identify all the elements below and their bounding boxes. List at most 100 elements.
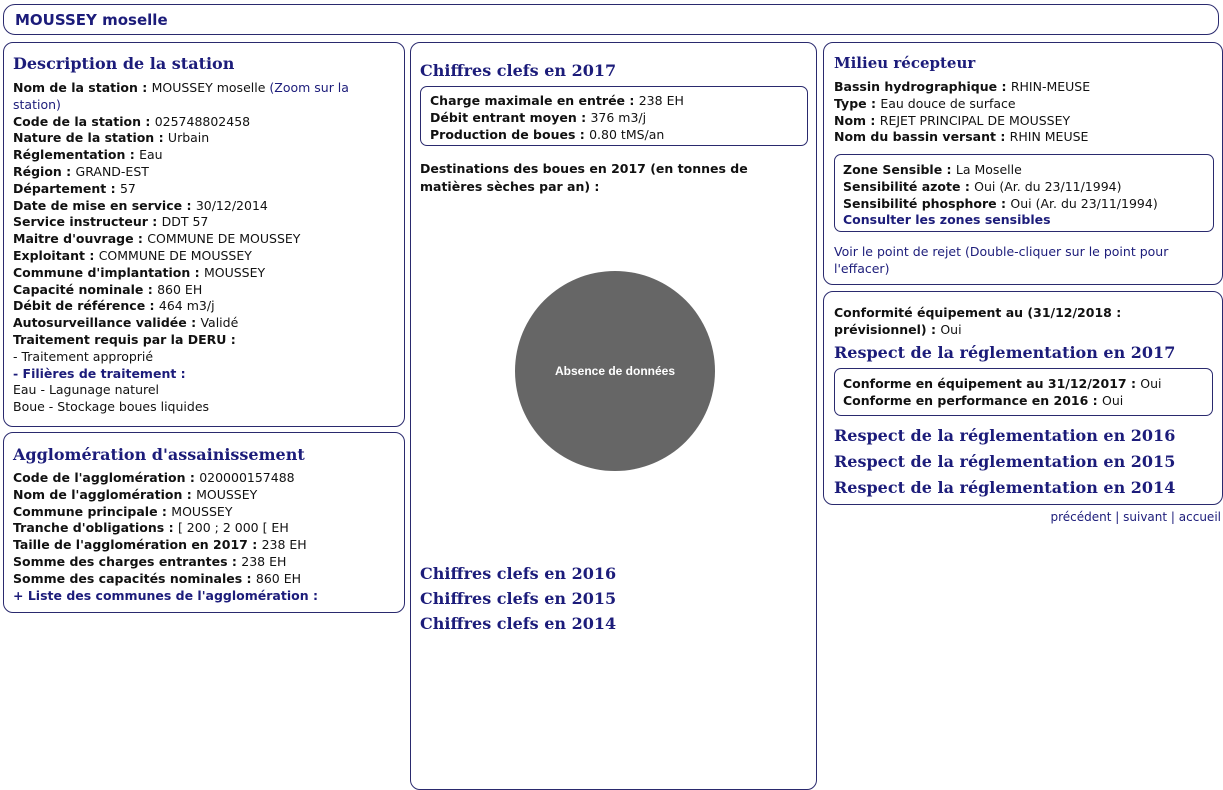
station-header: MOUSSEY moselle [3,4,1219,35]
field-value: 025748802458 [154,113,251,129]
field-value: 238 EH [241,553,287,569]
field-value: RHIN-MEUSE [1010,79,1091,94]
destinations-line2: matières sèches par an) : [420,179,600,194]
milieu-row: Nom du bassin versant : RHIN MEUSE [834,129,1090,146]
rejet-line1[interactable]: Voir le point de rejet (Double-cliquer s… [834,244,1168,261]
station-name-label: Nom de la station : [13,80,152,95]
home-link[interactable]: accueil [1179,510,1221,524]
field-label: Service instructeur : [13,214,162,230]
field-label: Sensibilité azote : [843,178,975,194]
field-label: Taille de l'agglomération en 2017 : [13,537,262,553]
field-value: COMMUNE DE MOUSSEY [147,231,301,247]
field-label: Type : [834,95,881,111]
agglomeration-heading: Agglomération d'assainissement [13,445,305,464]
zone-row: Sensibilité phosphore : Oui (Ar. du 23/1… [843,196,1158,213]
field-value: 860 EH [157,281,203,297]
other-years-links: Chiffres clefs en 2016 Chiffres clefs en… [420,561,616,636]
station-name-value: MOUSSEY moselle [151,80,270,95]
field-value: 860 EH [255,570,302,586]
field-value: MOUSSEY [196,486,258,502]
chiffres-row: Débit entrant moyen : 376 m3/j [430,110,684,127]
conformite-prevision: Conformité équipement au (31/12/2018 : p… [834,304,1121,338]
field-value: 30/12/2014 [195,197,268,213]
page-navigation: précédent | suivant | accueil [1051,510,1222,524]
chiffres-row: Charge maximale en entrée : 238 EH [430,93,684,110]
agglomeration-panel: Agglomération d'assainissement Code de l… [3,432,405,613]
field-value: DDT 57 [161,214,209,230]
field-label: Conforme en performance en 2016 : [843,392,1103,408]
field-label: Code de l'agglomération : [13,470,200,485]
station-row: Exploitant : COMMUNE DE MOUSSEY [13,248,398,265]
agglo-row: Code de l'agglomération : 020000157488 [13,470,318,487]
field-label: Bassin hydrographique : [834,79,1011,94]
milieu-heading: Milieu récepteur [834,54,976,72]
station-row: Autosurveillance validée : Validé [13,315,398,332]
field-label: Réglementation : [13,147,140,163]
next-link[interactable]: suivant [1123,510,1167,524]
respect-2017-heading[interactable]: Respect de la réglementation en 2017 [834,343,1175,362]
milieu-recepteur-panel: Milieu récepteur Bassin hydrographique :… [823,42,1223,285]
filiere-boue: Boue - Stockage boues liquides [13,399,210,415]
milieu-row: Type : Eau douce de surface [834,96,1090,113]
agglo-row: Taille de l'agglomération en 2017 : 238 … [13,537,318,554]
field-label: Conforme en équipement au 31/12/2017 : [843,376,1141,391]
prev-link[interactable]: précédent [1051,510,1112,524]
field-label: Zone Sensible : [843,162,956,177]
chiffres-2014-link[interactable]: Chiffres clefs en 2014 [420,611,616,636]
field-label: Somme des capacités nominales : [13,570,256,586]
field-value: Urbain [167,130,210,146]
chiffres-2015-link[interactable]: Chiffres clefs en 2015 [420,586,616,611]
respect-2016-link[interactable]: Respect de la réglementation en 2016 [834,423,1175,449]
agglo-row: Nom de l'agglomération : MOUSSEY [13,487,318,504]
field-value: [ 200 ; 2 000 [ EH [177,520,289,536]
respect-2015-link[interactable]: Respect de la réglementation en 2015 [834,449,1175,475]
field-label: Charge maximale en entrée : [430,93,639,108]
conformite-row: Conforme en équipement au 31/12/2017 : O… [843,376,1162,393]
chiffres-2017-box: Charge maximale en entrée : 238 EH Débit… [420,86,808,146]
field-label: Débit de référence : [13,298,159,314]
field-value: Eau [139,147,163,163]
field-value: REJET PRINCIPAL DE MOUSSEY [879,112,1071,128]
chiffres-2016-link[interactable]: Chiffres clefs en 2016 [420,561,616,586]
field-label: Nom du bassin versant : [834,129,1010,145]
field-label: Code de la station : [13,113,155,129]
milieu-fields: Bassin hydrographique : RHIN-MEUSE Type … [834,79,1090,146]
station-row: Commune d'implantation : MOUSSEY [13,265,398,282]
filieres-link[interactable]: - Filières de traitement : [13,366,186,381]
conformite-2017-box: Conforme en équipement au 31/12/2017 : O… [834,368,1213,416]
station-row: Code de la station : 025748802458 [13,114,398,131]
zoom-station-link-cont[interactable]: station) [13,97,61,112]
conformite-line2-label: prévisionnel) : [834,322,941,337]
station-name-row: Nom de la station : MOUSSEY moselle (Zoo… [13,80,398,97]
field-value: Validé [200,315,239,331]
field-label: Tranche d'obligations : [13,520,178,536]
station-title: MOUSSEY moselle [15,11,168,29]
field-value: Eau douce de surface [880,95,1016,111]
zoom-station-link[interactable]: (Zoom sur la [269,80,349,95]
zones-sensibles-link[interactable]: Consulter les zones sensibles [843,212,1051,227]
conformite-panel: Conformité équipement au (31/12/2018 : p… [823,291,1223,505]
nav-separator: | [1167,510,1179,524]
station-row: Département : 57 [13,181,398,198]
zone-row: Sensibilité azote : Oui (Ar. du 23/11/19… [843,179,1158,196]
agglo-row: Tranche d'obligations : [ 200 ; 2 000 [ … [13,520,318,537]
rejet-line2[interactable]: l'effacer) [834,261,1168,278]
agglo-row: Somme des charges entrantes : 238 EH [13,554,318,571]
chiffres-2017-heading[interactable]: Chiffres clefs en 2017 [420,61,616,80]
field-value: 464 m3/j [158,298,215,314]
field-label: Exploitant : [13,247,99,263]
field-label: Commune principale : [13,503,172,519]
field-label: Département : [13,180,120,196]
deru-value: - Traitement approprié [13,348,154,364]
field-value: MOUSSEY [203,264,266,280]
respect-2014-link[interactable]: Respect de la réglementation en 2014 [834,475,1175,501]
conformite-line1: Conformité équipement au (31/12/2018 : [834,305,1122,320]
field-value: 376 m3/j [590,109,647,125]
communes-list-link[interactable]: + Liste des communes de l'agglomération … [13,588,318,603]
field-value: Oui (Ar. du 23/11/1994) [1010,195,1158,211]
rejet-point-link[interactable]: Voir le point de rejet (Double-cliquer s… [834,244,1168,278]
field-value: 020000157488 [199,470,295,485]
station-row: Capacité nominale : 860 EH [13,282,398,299]
station-description-panel: Description de la station Nom de la stat… [3,42,405,427]
milieu-row: Nom : REJET PRINCIPAL DE MOUSSEY [834,113,1090,130]
